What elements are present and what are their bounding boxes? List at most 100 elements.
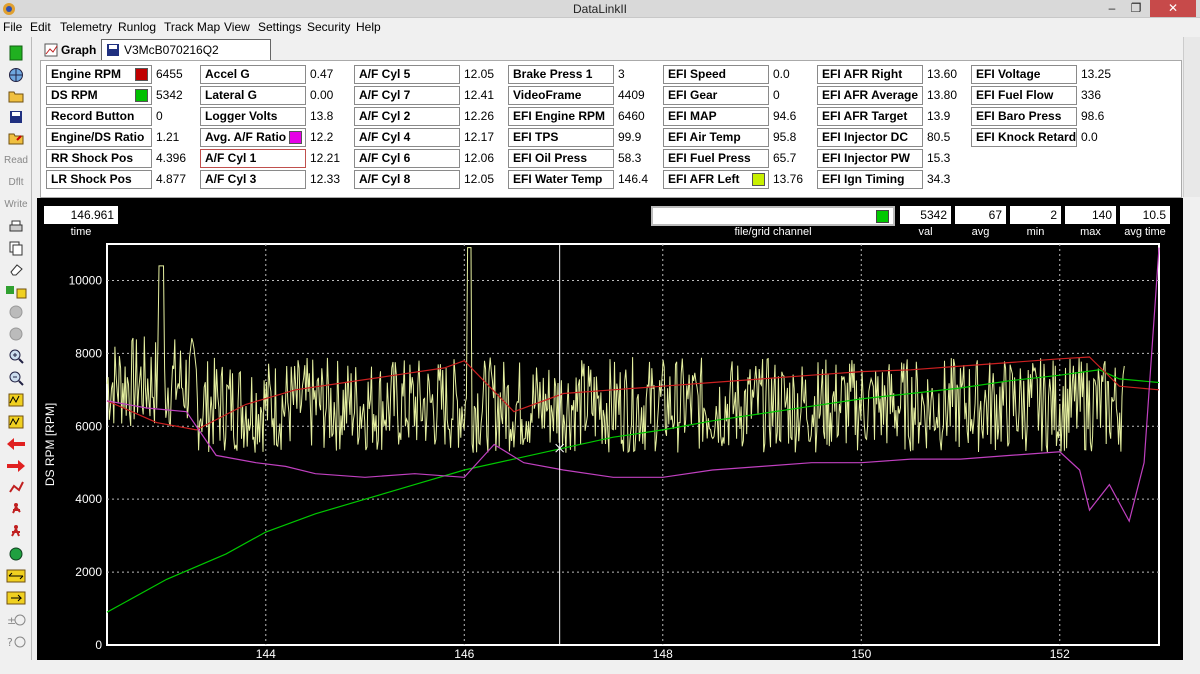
channel-efi-tps[interactable]: EFI TPS 99.9 — [508, 128, 663, 147]
channel-efi-baro-press[interactable]: EFI Baro Press 98.6 — [971, 107, 1126, 126]
channel-efi-injector-pw[interactable]: EFI Injector PW 15.3 — [817, 149, 972, 168]
channel-ds-rpm[interactable]: DS RPM 5342 — [46, 86, 201, 105]
channel-efi-gear[interactable]: EFI Gear 0 — [663, 86, 818, 105]
new-file-icon[interactable] — [5, 43, 27, 63]
channel-label[interactable]: A/F Cyl 5 — [354, 65, 460, 84]
channel-label[interactable]: LR Shock Pos — [46, 170, 152, 189]
swap-icon[interactable] — [5, 566, 27, 586]
channel-efi-afr-left[interactable]: EFI AFR Left 13.76 — [663, 170, 818, 189]
channel-label[interactable]: EFI AFR Right — [817, 65, 923, 84]
channel-label[interactable]: Brake Press 1 — [508, 65, 614, 84]
channel-label[interactable]: Engine/DS Ratio — [46, 128, 152, 147]
disabled-tool-icon[interactable] — [5, 302, 27, 322]
channel-a-f-cyl-4[interactable]: A/F Cyl 4 12.17 — [354, 128, 509, 147]
channel-label[interactable]: Record Button — [46, 107, 152, 126]
channel-toggle-icon[interactable] — [5, 281, 27, 301]
channel-efi-air-temp[interactable]: EFI Air Temp 95.8 — [663, 128, 818, 147]
default-button[interactable]: Dflt — [0, 177, 32, 188]
channel-efi-fuel-press[interactable]: EFI Fuel Press 65.7 — [663, 149, 818, 168]
rpm-chart[interactable]: 0 2000 4000 6000 8000 10000 144 146 148 150 152 DS … — [37, 198, 1183, 660]
question-icon[interactable]: ? — [5, 632, 27, 652]
menu-view[interactable]: View — [224, 20, 250, 34]
channel-label[interactable]: A/F Cyl 7 — [354, 86, 460, 105]
channel-efi-injector-dc[interactable]: EFI Injector DC 80.5 — [817, 128, 972, 147]
menu-edit[interactable]: Edit — [30, 20, 51, 34]
plus-minus-icon[interactable]: ± — [5, 610, 27, 630]
gps-icon[interactable] — [5, 544, 27, 564]
channel-label[interactable]: Accel G — [200, 65, 306, 84]
menu-runlog[interactable]: Runlog — [118, 20, 156, 34]
channel-a-f-cyl-1[interactable]: A/F Cyl 1 12.21 — [200, 149, 355, 168]
channel-efi-map[interactable]: EFI MAP 94.6 — [663, 107, 818, 126]
zoom-in-icon[interactable] — [5, 346, 27, 366]
arrow-box-icon[interactable] — [5, 588, 27, 608]
write-button[interactable]: Write — [0, 199, 32, 210]
channel-brake-press-1[interactable]: Brake Press 1 3 — [508, 65, 663, 84]
channel-color-swatch[interactable] — [289, 131, 302, 144]
channel-label[interactable]: EFI AFR Average — [817, 86, 923, 105]
panel-scrollbar[interactable] — [1183, 37, 1200, 197]
copy-icon[interactable] — [5, 238, 27, 258]
read-button[interactable]: Read — [0, 155, 32, 166]
minimize-button[interactable]: – — [1100, 0, 1124, 17]
channel-accel-g[interactable]: Accel G 0.47 — [200, 65, 355, 84]
channel-label[interactable]: EFI Baro Press — [971, 107, 1077, 126]
channel-label[interactable]: EFI Fuel Flow — [971, 86, 1077, 105]
channel-label[interactable]: VideoFrame — [508, 86, 614, 105]
channel-label[interactable]: A/F Cyl 3 — [200, 170, 306, 189]
channel-a-f-cyl-2[interactable]: A/F Cyl 2 12.26 — [354, 107, 509, 126]
channel-label[interactable]: EFI Air Temp — [663, 128, 769, 147]
channel-label[interactable]: EFI Fuel Press — [663, 149, 769, 168]
channel-label[interactable]: A/F Cyl 1 — [200, 149, 306, 168]
channel-efi-fuel-flow[interactable]: EFI Fuel Flow 336 — [971, 86, 1126, 105]
runner-icon[interactable] — [5, 478, 27, 498]
arrow-left-icon[interactable] — [5, 434, 27, 454]
channel-a-f-cyl-6[interactable]: A/F Cyl 6 12.06 — [354, 149, 509, 168]
channel-label[interactable]: Logger Volts — [200, 107, 306, 126]
channel-efi-afr-target[interactable]: EFI AFR Target 13.9 — [817, 107, 972, 126]
channel-label[interactable]: EFI Knock Retard — [971, 128, 1077, 147]
channel-efi-engine-rpm[interactable]: EFI Engine RPM 6460 — [508, 107, 663, 126]
channel-label[interactable]: EFI Injector PW — [817, 149, 923, 168]
menu-telemetry[interactable]: Telemetry — [60, 20, 112, 34]
channel-label[interactable]: EFI Injector DC — [817, 128, 923, 147]
menu-settings[interactable]: Settings — [258, 20, 301, 34]
menu-security[interactable]: Security — [307, 20, 350, 34]
channel-lr-shock-pos[interactable]: LR Shock Pos 4.877 — [46, 170, 201, 189]
channel-rr-shock-pos[interactable]: RR Shock Pos 4.396 — [46, 149, 201, 168]
channel-color-swatch[interactable] — [752, 173, 765, 186]
channel-efi-knock-retard[interactable]: EFI Knock Retard 0.0 — [971, 128, 1126, 147]
zoom-x-icon[interactable] — [5, 390, 27, 410]
channel-videoframe[interactable]: VideoFrame 4409 — [508, 86, 663, 105]
channel-color-swatch[interactable] — [135, 68, 148, 81]
channel-efi-ign-timing[interactable]: EFI Ign Timing 34.3 — [817, 170, 972, 189]
globe-icon[interactable] — [5, 65, 27, 85]
channel-label[interactable]: EFI MAP — [663, 107, 769, 126]
channel-lateral-g[interactable]: Lateral G 0.00 — [200, 86, 355, 105]
channel-label[interactable]: Lateral G — [200, 86, 306, 105]
channel-label[interactable]: RR Shock Pos — [46, 149, 152, 168]
channel-label[interactable]: EFI Ign Timing — [817, 170, 923, 189]
channel-label[interactable]: A/F Cyl 6 — [354, 149, 460, 168]
save-icon[interactable] — [5, 107, 27, 127]
zoom-y-icon[interactable] — [5, 412, 27, 432]
eraser-icon[interactable] — [5, 259, 27, 279]
runner-icon[interactable] — [5, 500, 27, 520]
channel-label[interactable]: EFI Gear — [663, 86, 769, 105]
channel-label[interactable]: EFI Water Temp — [508, 170, 614, 189]
channel-efi-voltage[interactable]: EFI Voltage 13.25 — [971, 65, 1126, 84]
channel-label[interactable]: EFI Oil Press — [508, 149, 614, 168]
runner-icon[interactable] — [5, 522, 27, 542]
close-button[interactable]: ✕ — [1150, 0, 1196, 17]
channel-record-button[interactable]: Record Button 0 — [46, 107, 201, 126]
channel-label[interactable]: A/F Cyl 4 — [354, 128, 460, 147]
maximize-button[interactable]: ❐ — [1124, 0, 1148, 17]
export-folder-icon[interactable] — [5, 128, 27, 148]
channel-engine-ds-ratio[interactable]: Engine/DS Ratio 1.21 — [46, 128, 201, 147]
channel-efi-water-temp[interactable]: EFI Water Temp 146.4 — [508, 170, 663, 189]
channel-a-f-cyl-5[interactable]: A/F Cyl 5 12.05 — [354, 65, 509, 84]
graph-area[interactable]: 146.961 time V3McB070216Q2 DS RPM file/g… — [37, 198, 1183, 660]
channel-label[interactable]: EFI AFR Target — [817, 107, 923, 126]
disabled-tool-icon[interactable] — [5, 324, 27, 344]
channel-efi-afr-average[interactable]: EFI AFR Average 13.80 — [817, 86, 972, 105]
